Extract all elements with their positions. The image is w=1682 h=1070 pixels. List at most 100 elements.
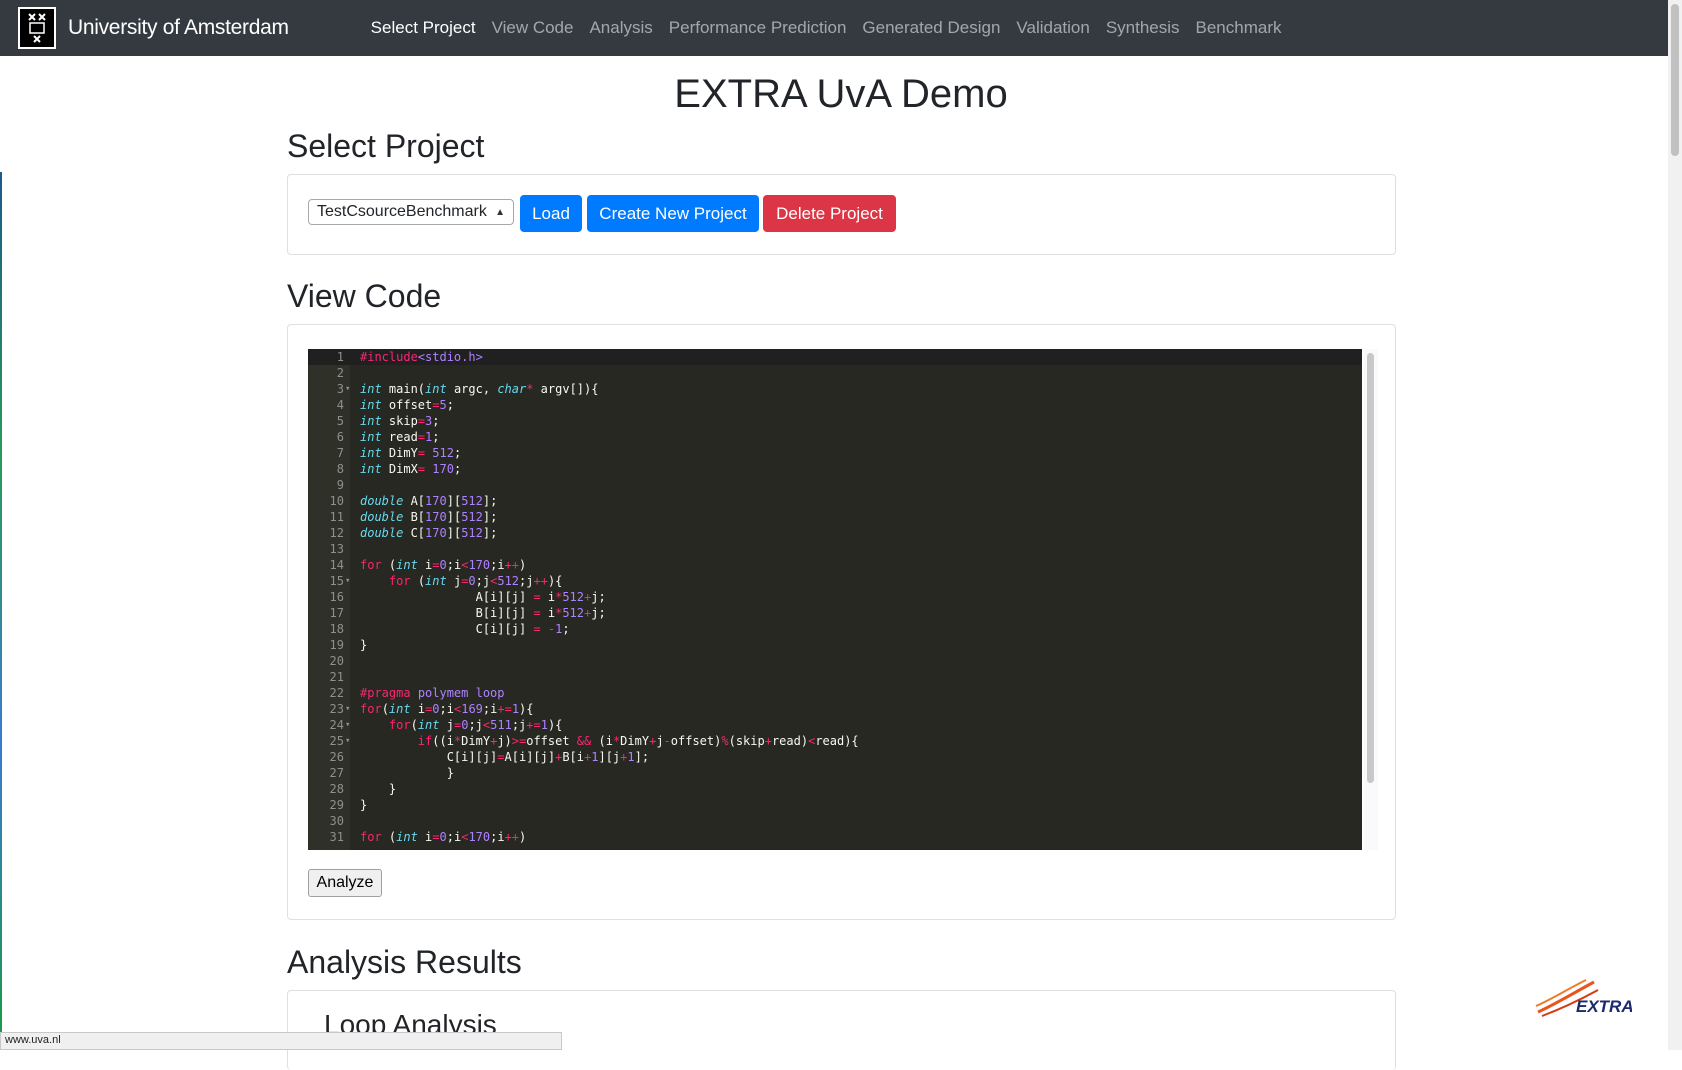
select-arrows-icon: ▲ <box>495 206 505 218</box>
code-text: for(int i=0;i<169;i+=1){ <box>360 702 534 716</box>
code-text: } <box>360 766 454 780</box>
nav-item-select-project[interactable]: Select Project <box>363 18 484 38</box>
code-line: 7 int DimY= 512; <box>308 445 1362 461</box>
code-text: int read=1; <box>360 430 440 444</box>
analyze-button[interactable]: Analyze <box>308 869 382 897</box>
code-text: #pragma polymem loop <box>360 686 505 700</box>
code-text: if((i*DimY+j)>=offset && (i*DimY+j-offse… <box>417 734 859 748</box>
code-text: for(int j=0;j<511;j+=1){ <box>388 718 563 732</box>
nav-item-generated-design[interactable]: Generated Design <box>854 18 1008 38</box>
fold-toggle-icon[interactable]: ▾ <box>345 381 350 397</box>
code-text: for (int j=0;j<512;j++){ <box>388 574 563 588</box>
line-number: 21 <box>329 670 344 684</box>
create-project-button[interactable]: Create New Project <box>587 195 759 232</box>
line-number: 12 <box>329 526 344 540</box>
line-number: 13 <box>329 542 344 556</box>
code-line: 17 B[i][j] = i*512+j; <box>308 605 1362 621</box>
code-line: 24 ▾ for(int j=0;j<511;j+=1){ <box>308 717 1362 733</box>
project-select[interactable]: TestCsourceBenchmark ▲ <box>308 199 514 225</box>
line-number: 7 <box>336 446 344 460</box>
code-line: 2 <box>308 365 1362 381</box>
editor-scrollbar-thumb[interactable] <box>1367 353 1374 783</box>
fold-toggle-icon[interactable]: ▾ <box>345 733 350 749</box>
line-number: 22 <box>329 686 344 700</box>
code-line: 15 ▾ for (int j=0;j<512;j++){ <box>308 573 1362 589</box>
line-number: 31 <box>329 830 344 844</box>
code-line: 29} <box>308 797 1362 813</box>
fold-toggle-icon[interactable]: ▾ <box>345 701 350 717</box>
code-text: for (int i=0;i<170;i++) <box>360 830 527 844</box>
code-line: 3 ▾ int main(int argc, char* argv[]){ <box>308 381 1362 397</box>
code-line: 4 int offset=5; <box>308 397 1362 413</box>
code-line: 22 #pragma polymem loop <box>308 685 1362 701</box>
code-text: C[i][j]=A[i][j]+B[i+1][j+1]; <box>360 750 650 764</box>
uva-logo-icon <box>18 7 56 49</box>
line-number: 23 <box>329 702 344 716</box>
code-text: double C[170][512]; <box>360 526 498 540</box>
line-number: 6 <box>336 430 344 444</box>
delete-project-button[interactable]: Delete Project <box>763 195 896 232</box>
line-number: 3 <box>336 382 344 396</box>
code-text: } <box>360 638 368 652</box>
code-editor[interactable]: 1 #include<stdio.h> 2 3 ▾ int main(int argc, … <box>308 349 1362 850</box>
line-number: 25 <box>329 734 344 748</box>
page-scrollbar[interactable] <box>1668 0 1682 1050</box>
code-text: } <box>360 782 397 796</box>
line-number: 19 <box>329 638 344 652</box>
select-project-card: TestCsourceBenchmark ▲ Load Create New P… <box>287 174 1396 255</box>
code-text: int DimY= 512; <box>360 446 462 460</box>
line-number: 29 <box>329 798 344 812</box>
view-code-heading: View Code <box>287 278 442 314</box>
code-line: 30 <box>308 813 1362 829</box>
code-line: 11 double B[170][512]; <box>308 509 1362 525</box>
nav-menu: Select Project View Code Analysis Performan… <box>363 18 1290 38</box>
code-text: int skip=3; <box>360 414 440 428</box>
line-number: 4 <box>336 398 344 412</box>
nav-item-synthesis[interactable]: Synthesis <box>1098 18 1188 38</box>
line-number: 10 <box>329 494 344 508</box>
code-line: 26 C[i][j]=A[i][j]+B[i+1][j+1]; <box>308 749 1362 765</box>
nav-item-performance-prediction[interactable]: Performance Prediction <box>661 18 855 38</box>
code-text: B[i][j] = i*512+j; <box>360 606 606 620</box>
line-number: 28 <box>329 782 344 796</box>
line-number: 5 <box>336 414 344 428</box>
line-number: 8 <box>336 462 344 476</box>
top-navbar: University of Amsterdam Select Project Vi… <box>0 0 1668 56</box>
status-bar-url: www.uva.nl <box>0 1032 562 1050</box>
line-number: 16 <box>329 590 344 604</box>
code-text: int offset=5; <box>360 398 454 412</box>
code-text: #include<stdio.h> <box>360 350 483 364</box>
nav-item-benchmark[interactable]: Benchmark <box>1188 18 1290 38</box>
load-button[interactable]: Load <box>520 195 582 232</box>
code-line: 5 int skip=3; <box>308 413 1362 429</box>
code-line: 28 } <box>308 781 1362 797</box>
code-line: 10 double A[170][512]; <box>308 493 1362 509</box>
brand[interactable]: University of Amsterdam <box>18 7 289 49</box>
nav-item-validation[interactable]: Validation <box>1008 18 1097 38</box>
nav-item-analysis[interactable]: Analysis <box>581 18 660 38</box>
code-text: A[i][j] = i*512+j; <box>360 590 606 604</box>
left-edge-strip <box>0 172 2 1032</box>
code-line: 25 ▾ if((i*DimY+j)>=offset && (i*DimY+j-o… <box>308 733 1362 749</box>
code-line: 31 for (int i=0;i<170;i++) <box>308 829 1362 845</box>
code-line: 13 <box>308 541 1362 557</box>
line-number: 24 <box>329 718 344 732</box>
page-title: EXTRA UvA Demo <box>674 72 1008 116</box>
fold-toggle-icon[interactable]: ▾ <box>345 573 350 589</box>
line-number: 1 <box>336 350 344 364</box>
analysis-results-heading: Analysis Results <box>287 944 522 980</box>
analysis-card: Loop Analysis <box>287 990 1396 1070</box>
view-code-card: 1 #include<stdio.h> 2 3 ▾ int main(int argc, … <box>287 324 1396 920</box>
nav-item-view-code[interactable]: View Code <box>484 18 582 38</box>
line-number: 14 <box>329 558 344 572</box>
code-line: 18 C[i][j] = -1; <box>308 621 1362 637</box>
extra-swoosh-icon: EXTRA <box>1535 979 1634 1017</box>
fold-toggle-icon[interactable]: ▾ <box>345 717 350 733</box>
line-number: 17 <box>329 606 344 620</box>
extra-logo: EXTRA <box>1532 976 1634 1018</box>
code-line: 12 double C[170][512]; <box>308 525 1362 541</box>
code-line: 16 A[i][j] = i*512+j; <box>308 589 1362 605</box>
code-line: 27 } <box>308 765 1362 781</box>
editor-scrollbar[interactable] <box>1364 349 1378 850</box>
code-line: 8 int DimX= 170; <box>308 461 1362 477</box>
